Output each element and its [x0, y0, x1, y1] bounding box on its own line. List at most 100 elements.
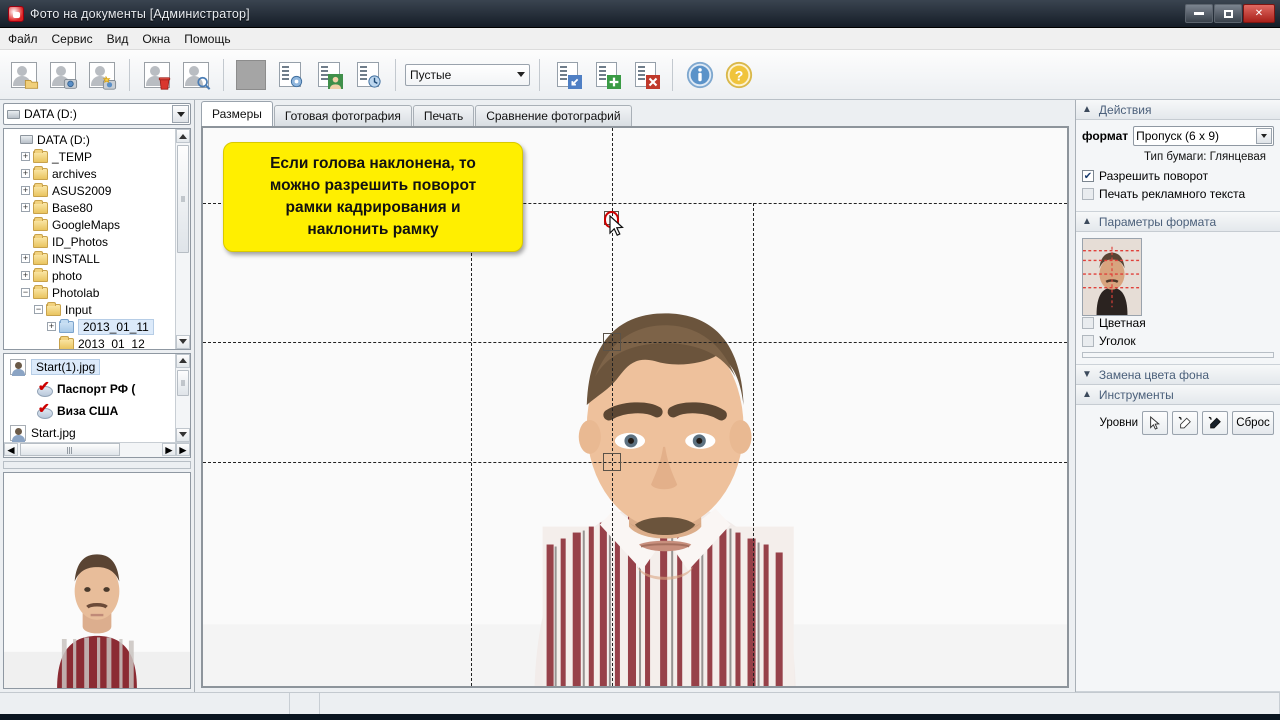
template-combo[interactable]: Пустые	[405, 63, 530, 86]
tree-item-archives[interactable]: + archives	[4, 165, 190, 182]
format-combo[interactable]: Пропуск (6 x 9)	[1133, 126, 1274, 146]
tree-item-googlemaps[interactable]: GoogleMaps	[4, 216, 190, 233]
hscroll-thumb[interactable]	[20, 443, 120, 456]
photo-canvas[interactable]: Если голова наклонена, то можно разрешит…	[201, 126, 1069, 688]
user-settings-button[interactable]	[311, 56, 347, 94]
scroll-up-icon[interactable]	[176, 353, 190, 368]
file-list-scrollbar[interactable]	[175, 353, 190, 442]
chevron-down-icon[interactable]	[172, 105, 189, 123]
photo-preview[interactable]	[3, 471, 191, 689]
select-template-button[interactable]	[549, 56, 585, 94]
tree-item-base80[interactable]: + Base80	[4, 199, 190, 216]
remove-template-button[interactable]	[627, 56, 663, 94]
scroll-up-icon[interactable]	[176, 129, 190, 143]
add-template-button[interactable]	[588, 56, 624, 94]
folder-icon	[33, 182, 48, 197]
white-point-eyedropper-icon[interactable]	[1172, 411, 1198, 435]
toolbar-separator-3	[395, 58, 396, 91]
info-button[interactable]	[682, 56, 718, 94]
tree-scroll-thumb[interactable]	[177, 145, 189, 253]
list-item[interactable]: Start(1).jpg	[4, 356, 190, 378]
corner-row[interactable]: Уголок	[1082, 334, 1274, 348]
file-list-hscrollbar[interactable]: ◄ ► ►	[4, 441, 190, 457]
minimize-button[interactable]	[1185, 4, 1213, 23]
history-button[interactable]	[350, 56, 386, 94]
tree-item-id-photos[interactable]: ID_Photos	[4, 233, 190, 250]
expand-icon[interactable]: +	[21, 186, 30, 195]
maximize-button[interactable]	[1214, 4, 1242, 23]
eye-line-marker[interactable]	[603, 333, 621, 351]
help-button[interactable]: ?	[721, 56, 757, 94]
menu-item-view[interactable]: Вид	[107, 32, 129, 46]
reset-button[interactable]: Сброс	[1232, 411, 1274, 435]
actions-section-header[interactable]: ▲ Действия	[1076, 100, 1280, 120]
tree-item-label: Input	[65, 302, 92, 317]
expand-icon[interactable]: +	[21, 203, 30, 212]
tree-item-photo[interactable]: + photo	[4, 267, 190, 284]
tree-item-photolab[interactable]: − Photolab	[4, 284, 190, 301]
menu-item-help[interactable]: Помощь	[184, 32, 230, 46]
print-ad-text-row[interactable]: Печать рекламного текста	[1082, 187, 1274, 201]
scroll-left-icon[interactable]: ◄	[4, 443, 18, 457]
tools-section-header[interactable]: ▲ Инструменты	[1076, 385, 1280, 405]
folder-tree[interactable]: DATA (D:) + _TEMP + archives + ASUS2009 + Base80…	[3, 128, 191, 350]
app-icon	[8, 5, 24, 22]
preview-image	[4, 472, 190, 688]
scroll-right-icon[interactable]: ►	[162, 443, 176, 457]
bg-replace-section-header[interactable]: ▼ Замена цвета фона	[1076, 365, 1280, 385]
delete-photo-button[interactable]	[139, 56, 175, 94]
scroll-end-icon[interactable]: ►	[176, 443, 190, 457]
expand-icon[interactable]: +	[47, 322, 56, 331]
file-list[interactable]: Start(1).jpg Паспорт РФ (Виза США Start.jp…	[3, 352, 191, 458]
expand-icon[interactable]: +	[21, 271, 30, 280]
list-item[interactable]: Паспорт РФ (	[4, 378, 190, 400]
allow-rotation-row[interactable]: ✔ Разрешить поворот	[1082, 169, 1274, 183]
file-scroll-thumb[interactable]	[177, 369, 189, 396]
collapse-icon[interactable]: −	[21, 288, 30, 297]
tree-item-data-d-[interactable]: DATA (D:)	[4, 131, 190, 148]
scroll-down-icon[interactable]	[176, 427, 190, 442]
drive-icon	[20, 135, 33, 144]
list-item[interactable]: Виза США	[4, 400, 190, 422]
chevron-down-icon[interactable]	[1256, 128, 1272, 144]
allow-rotation-checkbox[interactable]: ✔	[1082, 170, 1094, 182]
tree-item-input[interactable]: − Input	[4, 301, 190, 318]
tree-scrollbar[interactable]	[175, 129, 190, 349]
corner-checkbox[interactable]	[1082, 335, 1094, 347]
scroll-down-icon[interactable]	[176, 334, 190, 349]
tree-item--temp[interactable]: + _TEMP	[4, 148, 190, 165]
tab-sizes[interactable]: Размеры	[201, 101, 273, 126]
black-point-eyedropper-icon[interactable]	[1202, 411, 1228, 435]
find-photo-button[interactable]	[178, 56, 214, 94]
tab-label: Печать	[423, 109, 464, 123]
chin-marker[interactable]	[603, 453, 621, 471]
capture-photo-button[interactable]	[45, 56, 81, 94]
list-item[interactable]: Start.jpg	[4, 422, 190, 444]
tree-item-2013-01-11[interactable]: +2013_01_11	[4, 318, 190, 335]
menu-item-service[interactable]: Сервис	[52, 32, 93, 46]
pointer-tool-icon[interactable]	[1142, 411, 1168, 435]
tree-item-asus2009[interactable]: + ASUS2009	[4, 182, 190, 199]
tab-compare-photos[interactable]: Сравнение фотографий	[475, 105, 632, 126]
new-photo-button[interactable]	[84, 56, 120, 94]
settings-button[interactable]	[272, 56, 308, 94]
drive-selector[interactable]: DATA (D:)	[3, 103, 191, 125]
tab-finished-photo[interactable]: Готовая фотография	[273, 105, 412, 126]
tree-item-label: GoogleMaps	[52, 217, 121, 232]
tree-item-2013-01-12[interactable]: 2013_01_12	[4, 335, 190, 349]
collapse-icon[interactable]: −	[34, 305, 43, 314]
tab-print[interactable]: Печать	[412, 105, 475, 126]
expand-icon[interactable]: +	[21, 152, 30, 161]
color-row[interactable]: Цветная	[1082, 316, 1274, 330]
toolbar-separator-4	[539, 58, 540, 91]
format-params-section-header[interactable]: ▲ Параметры формата	[1076, 212, 1280, 232]
tree-item-install[interactable]: + INSTALL	[4, 250, 190, 267]
open-photo-button[interactable]	[6, 56, 42, 94]
expand-icon[interactable]: +	[21, 169, 30, 178]
color-checkbox[interactable]	[1082, 317, 1094, 329]
menu-item-windows[interactable]: Окна	[142, 32, 170, 46]
menu-item-file[interactable]: Файл	[8, 32, 38, 46]
expand-icon[interactable]: +	[21, 254, 30, 263]
close-button[interactable]: ✕	[1243, 4, 1275, 23]
print-ad-text-checkbox[interactable]	[1082, 188, 1094, 200]
